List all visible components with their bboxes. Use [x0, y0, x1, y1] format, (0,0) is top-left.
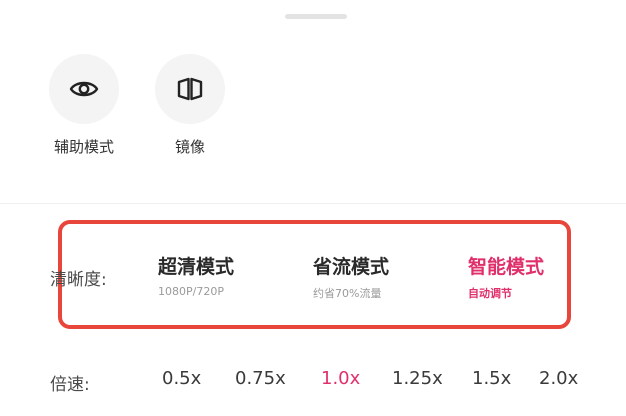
- mirror-icon-bg: [155, 54, 225, 124]
- speed-option-1-5x[interactable]: 1.5x: [472, 368, 511, 389]
- speed-option-0-5x[interactable]: 0.5x: [162, 368, 201, 389]
- mirror-label: 镜像: [174, 138, 205, 156]
- speed-option-1-25x[interactable]: 1.25x: [392, 368, 443, 389]
- drag-handle[interactable]: [285, 14, 347, 19]
- mirror-button[interactable]: 镜像: [154, 54, 226, 157]
- quality-option-subtitle: 约省70%流量: [313, 287, 382, 300]
- speed-row: 倍速: 0.5x 0.75x 1.0x 1.25x 1.5x 2.0x: [0, 368, 626, 398]
- mirror-icon: [177, 77, 203, 101]
- settings-sheet: 辅助模式 镜像 清晰度: 超清模式 1080P/720P 省流模式 约省70%流…: [0, 0, 626, 416]
- quality-row: 清晰度: 超清模式 1080P/720P 省流模式 约省70%流量 智能模式 自…: [0, 220, 626, 335]
- speed-label: 倍速:: [50, 375, 90, 395]
- assist-mode-icon-bg: [49, 54, 119, 124]
- quality-option-title: 智能模式: [468, 256, 545, 278]
- quality-option-subtitle: 1080P/720P: [158, 285, 224, 298]
- quality-option-smart[interactable]: 智能模式 自动调节: [468, 252, 544, 301]
- assist-mode-label: 辅助模式: [53, 138, 114, 156]
- quality-option-subtitle: 自动调节: [468, 287, 512, 300]
- assist-mode-button[interactable]: 辅助模式: [48, 54, 120, 157]
- eye-icon: [69, 81, 99, 97]
- speed-option-0-75x[interactable]: 0.75x: [235, 368, 286, 389]
- quality-option-data-saver[interactable]: 省流模式 约省70%流量: [313, 252, 389, 301]
- quality-option-uhd[interactable]: 超清模式 1080P/720P: [158, 252, 234, 298]
- speed-option-1-0x[interactable]: 1.0x: [321, 368, 360, 389]
- quality-option-title: 超清模式: [158, 256, 235, 278]
- speed-option-2-0x[interactable]: 2.0x: [539, 368, 578, 389]
- quality-label: 清晰度:: [50, 270, 107, 290]
- section-divider: [0, 203, 626, 204]
- quality-option-title: 省流模式: [313, 256, 390, 278]
